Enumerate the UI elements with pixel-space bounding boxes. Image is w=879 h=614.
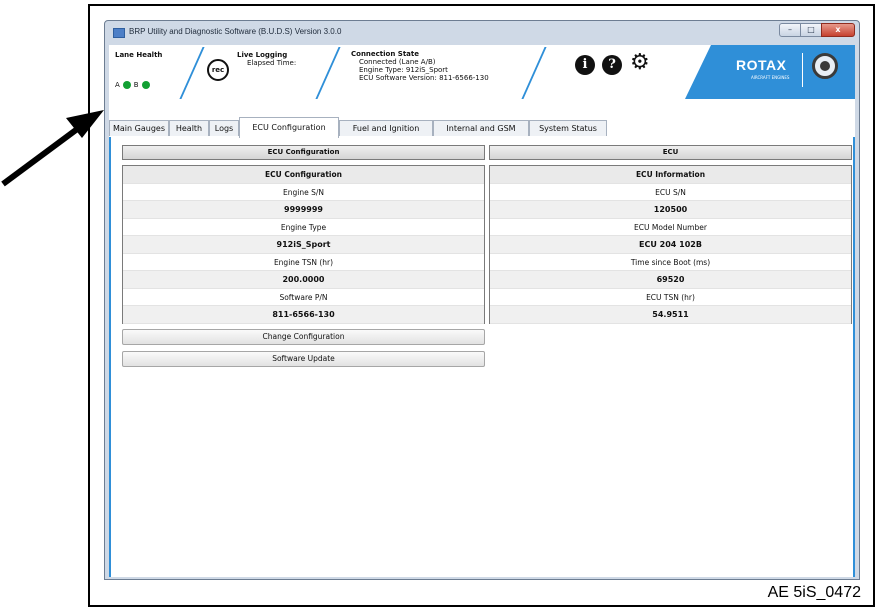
brand-divider <box>802 53 803 87</box>
engine-sn-label: Engine S/N <box>123 184 484 201</box>
header-divider <box>521 47 547 99</box>
ecu-information-panel: ECU Information ECU S/N 120500 ECU Model… <box>489 165 852 324</box>
header-divider <box>315 47 341 99</box>
window-title: BRP Utility and Diagnostic Software (B.U… <box>129 27 342 36</box>
ecu-model-number-label: ECU Model Number <box>490 219 851 236</box>
brand-subtitle: AIRCRAFT ENGINES <box>751 75 790 80</box>
elapsed-time-label: Elapsed Time: <box>247 59 297 67</box>
callout-arrow <box>1 110 104 187</box>
change-configuration-button[interactable]: Change Configuration <box>122 329 485 345</box>
app-client: Lane Health A B rec Live Logging Elapsed… <box>109 45 855 577</box>
engine-tsn-label: Engine TSN (hr) <box>123 254 484 271</box>
header-divider <box>179 47 205 99</box>
close-button[interactable]: x <box>821 23 855 37</box>
live-logging-title: Live Logging <box>237 51 288 59</box>
lane-a-label: A <box>115 81 120 89</box>
connection-status-text: Connected (Lane A/B) <box>359 58 436 66</box>
engine-sn-value: 9999999 <box>123 201 484 219</box>
time-since-boot-label: Time since Boot (ms) <box>490 254 851 271</box>
engine-type-label: Engine Type <box>123 219 484 236</box>
maximize-button[interactable]: □ <box>800 23 822 37</box>
panel-header: ECU Information <box>490 166 851 184</box>
left-accent-bar <box>109 137 111 577</box>
lane-b-label: B <box>133 81 139 89</box>
settings-gear-icon[interactable]: ⚙ <box>630 51 650 75</box>
record-button[interactable]: rec <box>207 59 229 81</box>
help-icon[interactable]: ? <box>602 55 622 75</box>
engine-tsn-value: 200.0000 <box>123 271 484 289</box>
connection-state-title: Connection State <box>351 50 419 58</box>
tab-logs[interactable]: Logs <box>209 120 239 136</box>
lane-health-indicators: A B <box>115 81 150 89</box>
title-bar: BRP Utility and Diagnostic Software (B.U… <box>105 21 859 43</box>
tab-fuel-and-ignition[interactable]: Fuel and Ignition <box>339 120 433 136</box>
panel-header: ECU Configuration <box>123 166 484 184</box>
lane-health-title: Lane Health <box>115 51 163 59</box>
software-update-button[interactable]: Software Update <box>122 351 485 367</box>
brand-logo: ROTAX <box>736 57 787 73</box>
ecu-model-number-value: ECU 204 102B <box>490 236 851 254</box>
lane-a-status-icon <box>122 81 131 89</box>
ecu-tsn-label: ECU TSN (hr) <box>490 289 851 306</box>
ecu-gear-icon <box>812 53 838 79</box>
tab-ecu-configuration[interactable]: ECU Configuration <box>239 117 339 138</box>
tab-health[interactable]: Health <box>169 120 209 136</box>
tab-bar: Main Gauges Health Logs ECU Configuratio… <box>109 117 855 138</box>
ecu-sn-value: 120500 <box>490 201 851 219</box>
tab-system-status[interactable]: System Status <box>529 120 607 136</box>
ecu-configuration-panel: ECU Configuration Engine S/N 9999999 Eng… <box>122 165 485 324</box>
ecu-tsn-value: 54.9511 <box>490 306 851 324</box>
software-pn-value: 811-6566-130 <box>123 306 484 324</box>
right-accent-bar <box>853 137 855 577</box>
info-icon[interactable]: i <box>575 55 595 75</box>
ecu-configuration-page: ECU Configuration ECU Configuration Engi… <box>109 137 855 577</box>
engine-type-value: 912iS_Sport <box>123 236 484 254</box>
tab-main-gauges[interactable]: Main Gauges <box>109 120 169 136</box>
ecu-configuration-section-title: ECU Configuration <box>122 145 485 160</box>
figure-id: AE 5iS_0472 <box>767 584 861 601</box>
buds-window: BRP Utility and Diagnostic Software (B.U… <box>104 20 860 580</box>
lane-b-status-icon <box>141 81 150 89</box>
ecu-sn-label: ECU S/N <box>490 184 851 201</box>
app-icon <box>113 28 125 38</box>
software-pn-label: Software P/N <box>123 289 484 306</box>
minimize-button[interactable]: – <box>779 23 801 37</box>
engine-type-text: Engine Type: 912iS_Sport <box>359 66 448 74</box>
time-since-boot-value: 69520 <box>490 271 851 289</box>
ecu-section-title: ECU <box>489 145 852 160</box>
tab-internal-and-gsm[interactable]: Internal and GSM <box>433 120 529 136</box>
ecu-software-text: ECU Software Version: 811-6566-130 <box>359 74 489 82</box>
status-header: Lane Health A B rec Live Logging Elapsed… <box>109 45 855 99</box>
